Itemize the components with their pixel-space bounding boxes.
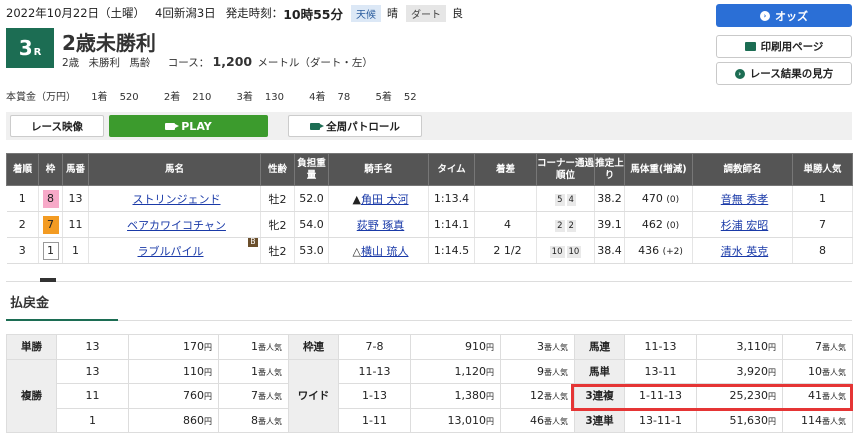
results-header-row: 着順 枠 馬番 馬名 性齢 負担重量 騎手名 タイム 着差 コーナー通過順位 推… (6, 153, 853, 186)
trainer-name-link[interactable]: 清水 英克 (721, 245, 769, 258)
race-number-badge: 3R (6, 28, 54, 68)
payout-row: 単勝 13 170円 1番人気 枠連 7-8 910円 3番人気 馬連 11-1… (6, 334, 853, 360)
blinker-badge: B (248, 237, 258, 247)
payout-title: 払戻金 (10, 296, 50, 311)
prize-money: 本賞金（万円） 1着 520 2着 210 3着 130 4着 78 5着 52 (6, 92, 417, 103)
table-row-truncated (6, 278, 852, 282)
table-row: 3 1 1 ラブルパイル B 牡2 53.0 △横山 琉人 1:14.5 2 1/… (6, 237, 853, 264)
chevron-right-icon: › (760, 10, 770, 21)
race-header-info: 2022年10月22日（土曜） 4回新潟3日 発走時刻： 10時55分 天候 晴… (6, 4, 471, 22)
play-button[interactable]: PLAY (109, 115, 268, 137)
table-row: 2 7 11 ベアカワイコチャン 牝2 54.0 荻野 琢真 1:14.1 4 … (6, 211, 853, 238)
race-date: 2022年10月22日（土曜） (6, 6, 146, 20)
jockey-name-link[interactable]: 荻野 琢真 (357, 219, 405, 232)
horse-name-link[interactable]: ストリンジェンド (133, 193, 221, 206)
horse-name-link[interactable]: ベアカワイコチャン (127, 219, 226, 232)
sanrenpuku-label: 3連複 (574, 383, 625, 409)
post-time: 10時55分 (283, 6, 343, 22)
horse-name-link[interactable]: ラブルパイル (138, 245, 204, 258)
patrol-video-button[interactable]: 全周パトロール (288, 115, 422, 137)
waku-badge: 1 (42, 241, 59, 260)
weather-value: 晴 (386, 7, 398, 20)
print-page-button[interactable]: 印刷用ページ (716, 35, 852, 58)
results-guide-button[interactable]: › レース結果の見方 (716, 62, 852, 85)
payout-row: 複勝 13 110円 1番人気 ワイド 11-13 1,120円 9番人気 馬単… (6, 358, 853, 433)
video-bar: レース映像 PLAY 全周パトロール (6, 112, 852, 140)
waku-badge: 7 (42, 215, 59, 234)
trainer-name-link[interactable]: 杉浦 宏昭 (721, 219, 769, 232)
jockey-name-link[interactable]: 横山 琉人 (361, 245, 409, 258)
track-label: ダート (405, 4, 446, 22)
video-camera-icon (165, 122, 180, 130)
payout-row: 11 760円 7番人気 1-13 1,380円 12番人気 3連複 1-11-… (7, 383, 853, 409)
results-table: 着順 枠 馬番 馬名 性齢 負担重量 騎手名 タイム 着差 コーナー通過順位 推… (6, 153, 853, 264)
payout-table: 単勝 13 170円 1番人気 枠連 7-8 910円 3番人気 馬連 11-1… (6, 334, 853, 433)
meeting-info: 4回新潟3日 (155, 6, 216, 20)
chevron-right-icon: › (734, 68, 745, 79)
track-condition: 良 (451, 7, 463, 20)
payout-title-underline (6, 319, 118, 321)
trainer-name-link[interactable]: 音無 秀孝 (721, 193, 769, 206)
odds-button[interactable]: › オッズ (716, 4, 852, 27)
payout-row: 1 860円 8番人気 1-11 13,010円 46番人気 3連単 13-11… (7, 407, 853, 433)
race-conditions: 2歳 未勝利 馬齢 コース： 1,200 メートル（ダート・左） (62, 54, 373, 69)
race-distance: 1,200 (212, 54, 253, 69)
race-video-button[interactable]: レース映像 (10, 115, 104, 137)
printer-icon (744, 42, 756, 51)
table-row: 1 8 13 ストリンジェンド 牡2 52.0 ▲角田 大河 1:13.4 54… (6, 185, 853, 212)
waku-badge: 8 (42, 189, 59, 208)
jockey-name-link[interactable]: 角田 大河 (361, 193, 409, 206)
post-time-label: 発走時刻： (225, 6, 284, 20)
weather-label: 天候 (350, 4, 381, 22)
race-name: 2歳未勝利 (62, 31, 156, 55)
video-camera-icon (310, 122, 325, 130)
